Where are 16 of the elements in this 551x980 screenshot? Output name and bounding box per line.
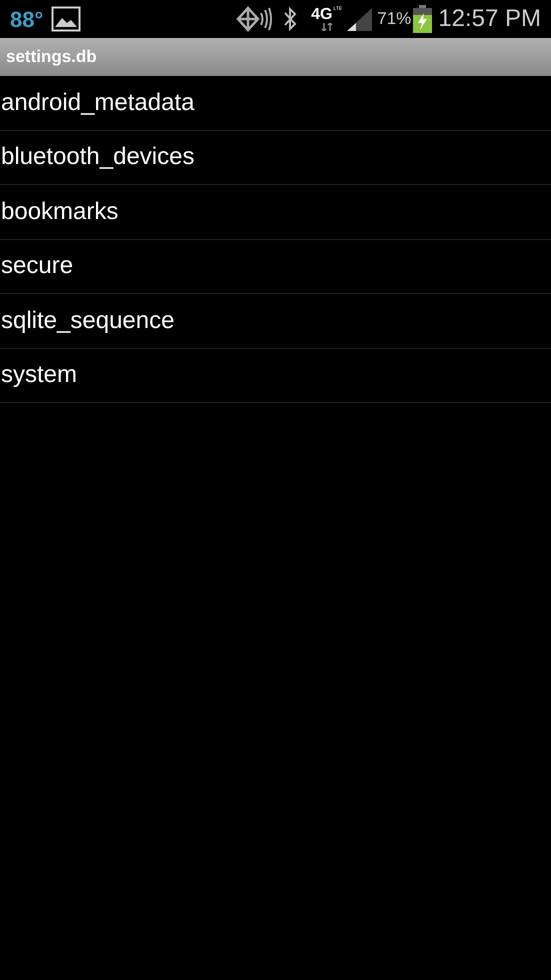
- table-list-item[interactable]: secure: [0, 248, 74, 284]
- table-list-item[interactable]: bluetooth_devices: [0, 139, 194, 176]
- nfc-signal-icon: [235, 6, 274, 32]
- table-list-item[interactable]: system: [0, 357, 78, 394]
- battery-percentage: 71%: [377, 8, 412, 30]
- table-list-item[interactable]: android_metadata: [0, 84, 194, 121]
- battery-charging-icon: [413, 5, 432, 33]
- clock-text: 12:57 PM: [438, 4, 541, 34]
- table-list-item[interactable]: bookmarks: [0, 194, 118, 230]
- bluetooth-icon: [283, 6, 298, 32]
- temperature-text: 88°: [10, 6, 44, 34]
- picture-icon: [51, 6, 82, 32]
- data-arrows-icon: [320, 23, 333, 31]
- title-text: settings.db: [6, 46, 97, 68]
- table-list-item[interactable]: sqlite_sequence: [0, 302, 174, 339]
- signal-strength-icon: [346, 6, 374, 32]
